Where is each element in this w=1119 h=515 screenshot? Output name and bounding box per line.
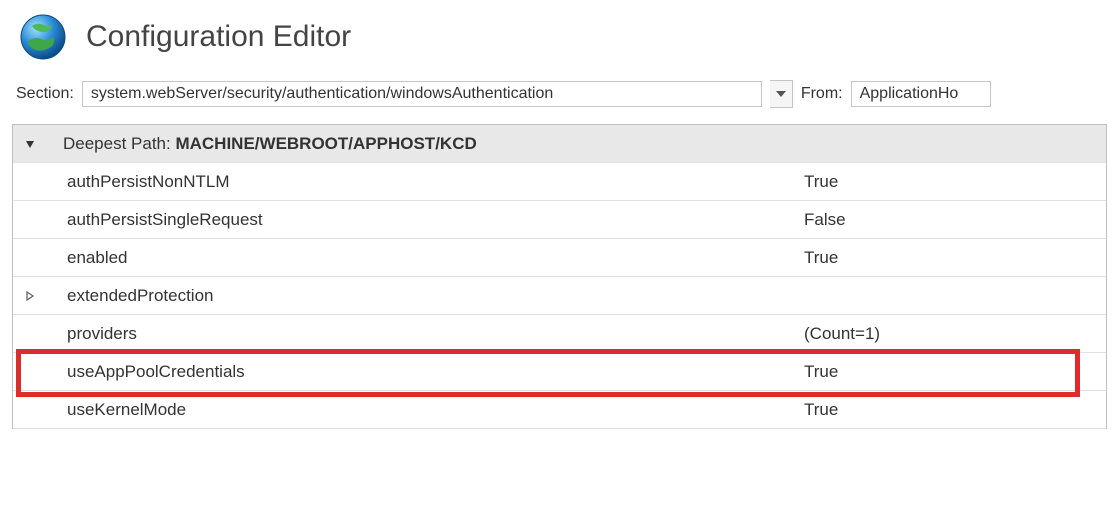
- from-dropdown[interactable]: ApplicationHo: [851, 81, 991, 107]
- table-row[interactable]: useAppPoolCredentials True: [13, 353, 1106, 391]
- table-row[interactable]: authPersistSingleRequest False: [13, 201, 1106, 239]
- prop-name: extendedProtection: [47, 286, 796, 306]
- from-value: ApplicationHo: [860, 85, 959, 102]
- from-label: From:: [801, 85, 843, 103]
- prop-name: providers: [47, 324, 796, 344]
- grid-header-label: Deepest Path: MACHINE/WEBROOT/APPHOST/KC…: [47, 134, 796, 154]
- toolbar: Section: system.webServer/security/authe…: [0, 76, 1119, 118]
- globe-icon: [18, 12, 68, 62]
- prop-name: authPersistNonNTLM: [47, 172, 796, 192]
- page-title: Configuration Editor: [86, 20, 351, 54]
- prop-value[interactable]: True: [796, 362, 1106, 382]
- prop-name: useKernelMode: [47, 400, 796, 420]
- section-dropdown[interactable]: system.webServer/security/authentication…: [82, 81, 762, 107]
- table-row[interactable]: extendedProtection: [13, 277, 1106, 315]
- table-row[interactable]: enabled True: [13, 239, 1106, 277]
- collapse-icon[interactable]: [13, 139, 47, 149]
- prop-value[interactable]: True: [796, 172, 1106, 192]
- section-label: Section:: [16, 85, 74, 103]
- section-dropdown-arrow[interactable]: [770, 80, 793, 108]
- prop-value[interactable]: True: [796, 400, 1106, 420]
- prop-name: useAppPoolCredentials: [47, 362, 796, 382]
- property-grid: Deepest Path: MACHINE/WEBROOT/APPHOST/KC…: [12, 124, 1107, 429]
- expand-icon[interactable]: [13, 291, 47, 301]
- prop-value[interactable]: False: [796, 210, 1106, 230]
- prop-value[interactable]: True: [796, 248, 1106, 268]
- table-row[interactable]: useKernelMode True: [13, 391, 1106, 429]
- prop-value[interactable]: (Count=1): [796, 324, 1106, 344]
- table-row[interactable]: authPersistNonNTLM True: [13, 163, 1106, 201]
- grid-header-row[interactable]: Deepest Path: MACHINE/WEBROOT/APPHOST/KC…: [13, 125, 1106, 163]
- section-value: system.webServer/security/authentication…: [91, 85, 553, 103]
- prop-name: enabled: [47, 248, 796, 268]
- prop-name: authPersistSingleRequest: [47, 210, 796, 230]
- page-header: Configuration Editor: [0, 0, 1119, 76]
- table-row[interactable]: providers (Count=1): [13, 315, 1106, 353]
